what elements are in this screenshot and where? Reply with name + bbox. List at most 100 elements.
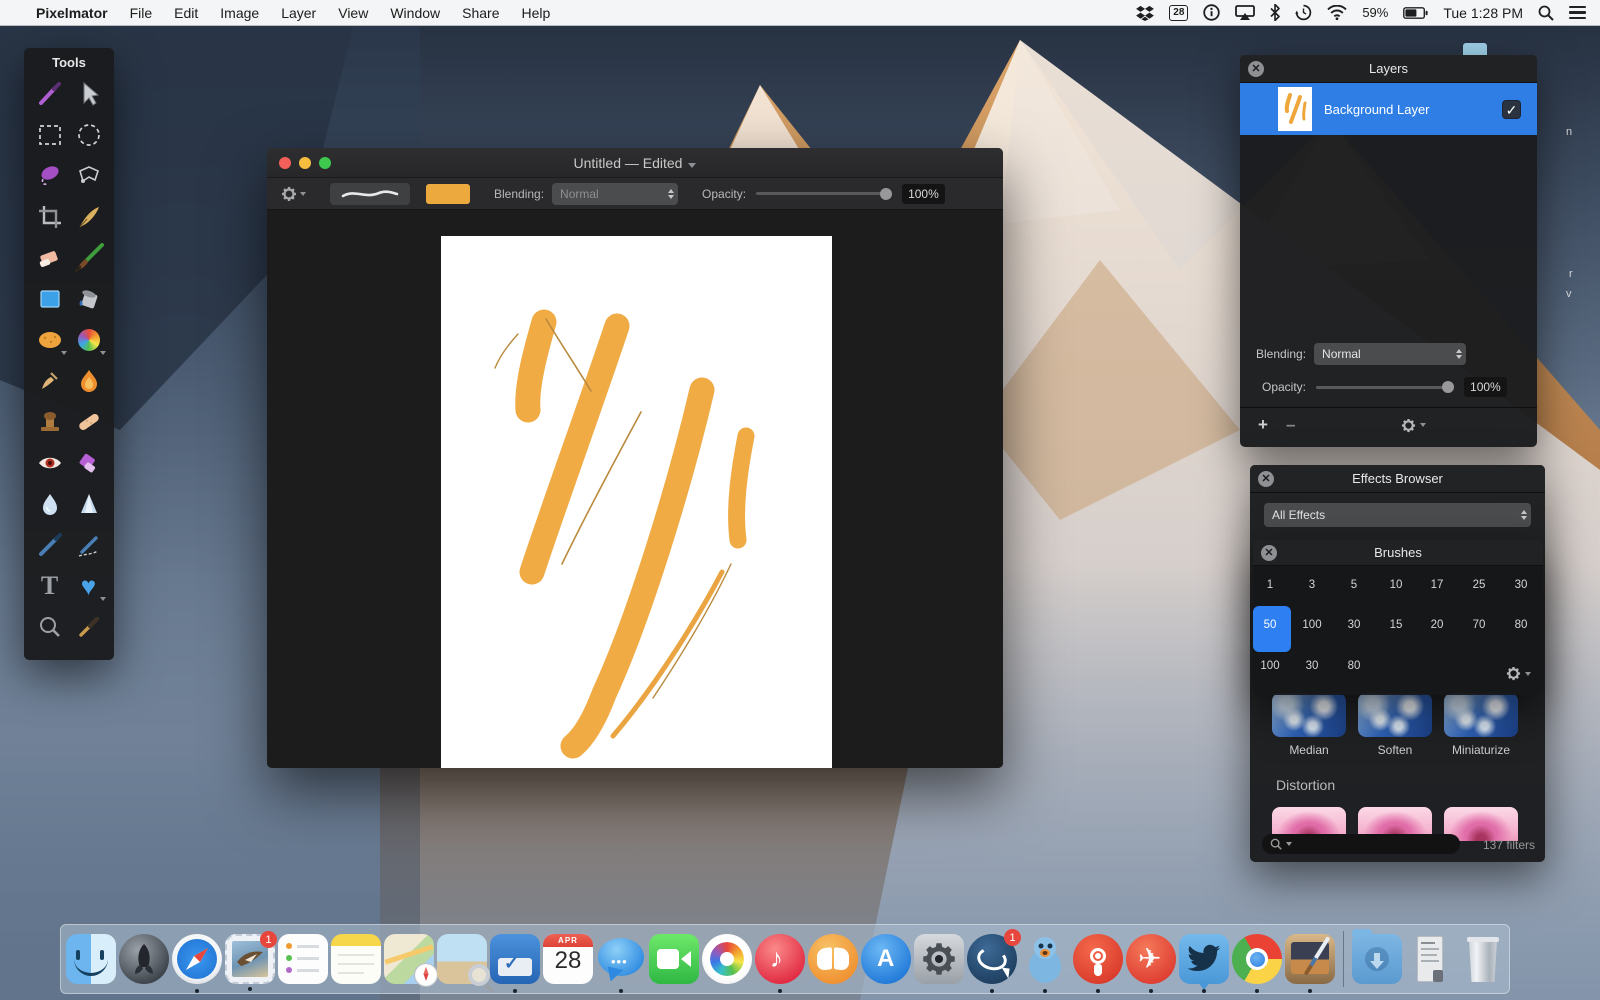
eyedropper-tool[interactable] xyxy=(73,611,105,643)
dock-safari[interactable] xyxy=(172,934,222,984)
layers-opacity-knob[interactable] xyxy=(1442,381,1454,393)
document-title-bar[interactable]: Untitled — Edited xyxy=(267,148,1003,178)
title-chevron-icon[interactable] xyxy=(688,163,696,168)
smudge-tool[interactable] xyxy=(34,365,66,397)
opacity-slider[interactable] xyxy=(756,192,892,195)
dock-reminders[interactable] xyxy=(278,934,328,984)
brushes-close-icon[interactable]: ✕ xyxy=(1261,545,1277,561)
zoom-tool[interactable] xyxy=(34,611,66,643)
dock-ibooks[interactable] xyxy=(808,934,858,984)
brush-size-80-texture[interactable]: 80 xyxy=(1501,616,1541,631)
brush-stroke-preview[interactable] xyxy=(330,183,410,205)
lasso-tool[interactable] xyxy=(34,160,66,192)
shape-fill-tool[interactable] xyxy=(34,283,66,315)
dropbox-icon[interactable] xyxy=(1136,5,1154,21)
add-layer-button[interactable]: + xyxy=(1258,415,1268,435)
paintbrush-tool[interactable] xyxy=(73,242,105,274)
dock-notes[interactable] xyxy=(331,934,381,984)
magic-eraser-tool[interactable] xyxy=(73,447,105,479)
brush-size-20[interactable]: 20 xyxy=(1417,616,1457,631)
brush-size-100-faint[interactable]: 100 xyxy=(1250,657,1290,672)
brush-size-30[interactable]: 30 xyxy=(1334,616,1374,631)
brush-size-50-selected[interactable]: 50 xyxy=(1250,616,1290,631)
dock-chrome[interactable] xyxy=(1232,934,1282,984)
dock-preview[interactable] xyxy=(437,934,487,984)
dock-twitterrific[interactable] xyxy=(1020,934,1070,984)
dock-launchpad[interactable] xyxy=(119,934,169,984)
dock-itunes[interactable]: ♪ xyxy=(755,934,805,984)
heart-shape-tool[interactable]: ♥ xyxy=(73,570,105,602)
clone-stamp-tool[interactable] xyxy=(34,406,66,438)
time-machine-icon[interactable] xyxy=(1295,4,1312,21)
bluetooth-icon[interactable] xyxy=(1270,4,1280,21)
menubar-clock[interactable]: Tue 1:28 PM xyxy=(1443,5,1523,21)
eraser-tool[interactable] xyxy=(34,242,66,274)
blur-drop-tool[interactable] xyxy=(34,488,66,520)
menu-image[interactable]: Image xyxy=(220,5,259,21)
canvas-area[interactable] xyxy=(267,210,1003,768)
color-swatch[interactable] xyxy=(426,184,470,204)
brush-size-17[interactable]: 17 xyxy=(1417,576,1457,591)
tool-options-gear-button[interactable] xyxy=(281,186,306,202)
layers-opacity-slider[interactable] xyxy=(1316,386,1454,389)
brush-size-5[interactable]: 5 xyxy=(1334,576,1374,591)
brush-size-3[interactable]: 3 xyxy=(1292,576,1332,591)
canvas-page[interactable] xyxy=(441,236,832,768)
red-eye-tool[interactable] xyxy=(34,447,66,479)
color-wheel-tool[interactable] xyxy=(73,324,105,356)
info-circle-icon[interactable] xyxy=(1203,4,1220,21)
brush-size-70-texture[interactable]: 70 xyxy=(1459,616,1499,631)
dock-flight-app[interactable]: ✈ xyxy=(1126,934,1176,984)
dock-maps[interactable] xyxy=(384,934,434,984)
dock-podcasts[interactable] xyxy=(1073,934,1123,984)
menu-file[interactable]: File xyxy=(130,5,153,21)
dock-trash[interactable] xyxy=(1458,934,1508,984)
menu-help[interactable]: Help xyxy=(521,5,550,21)
dock-facetime[interactable] xyxy=(649,934,699,984)
brushes-gear-button[interactable] xyxy=(1506,666,1531,681)
opacity-slider-knob[interactable] xyxy=(880,188,892,200)
effects-close-icon[interactable]: ✕ xyxy=(1258,471,1274,487)
pen-tool[interactable] xyxy=(34,529,66,561)
effect-thumb-soften[interactable] xyxy=(1358,693,1432,737)
dock-documents-stack[interactable] xyxy=(1405,934,1455,984)
notification-center-icon[interactable] xyxy=(1569,6,1586,20)
brush-size-25[interactable]: 25 xyxy=(1459,576,1499,591)
brush-size-30-soft[interactable]: 30 xyxy=(1501,576,1541,591)
brush-size-100-soft[interactable]: 100 xyxy=(1292,616,1332,631)
dock-finder[interactable] xyxy=(66,934,116,984)
sharpen-cone-tool[interactable] xyxy=(73,488,105,520)
rect-marquee-tool[interactable] xyxy=(34,119,66,151)
effects-category-dropdown[interactable]: All Effects xyxy=(1264,503,1531,527)
layers-blending-dropdown[interactable]: Normal xyxy=(1314,343,1466,365)
dock-system-preferences[interactable] xyxy=(914,934,964,984)
airplay-icon[interactable] xyxy=(1235,5,1255,20)
sponge-tool[interactable] xyxy=(34,324,66,356)
menu-share[interactable]: Share xyxy=(462,5,499,21)
dock-things[interactable]: ✓ xyxy=(490,934,540,984)
menu-edit[interactable]: Edit xyxy=(174,5,198,21)
healing-bandage-tool[interactable] xyxy=(73,406,105,438)
paint-bucket-tool[interactable] xyxy=(73,283,105,315)
brush-size-30-texture[interactable]: 30 xyxy=(1292,657,1332,672)
dock-downloads-folder[interactable] xyxy=(1352,934,1402,984)
menubar-calendar-icon[interactable]: 28 xyxy=(1169,5,1188,21)
brush-size-15[interactable]: 15 xyxy=(1376,616,1416,631)
quill-pen-tool[interactable] xyxy=(73,201,105,233)
move-arrow-tool[interactable] xyxy=(73,78,105,110)
blending-dropdown[interactable]: Normal xyxy=(552,183,678,205)
magic-wand-tool[interactable] xyxy=(34,78,66,110)
dock-messages[interactable]: ••• xyxy=(596,934,646,984)
effect-thumb-miniaturize[interactable] xyxy=(1444,693,1518,737)
dock-photos[interactable] xyxy=(702,934,752,984)
brush-size-10[interactable]: 10 xyxy=(1376,576,1416,591)
burn-flame-tool[interactable] xyxy=(73,365,105,397)
dock-appstore[interactable]: A xyxy=(861,934,911,984)
app-menu-pixelmator[interactable]: Pixelmator xyxy=(36,5,108,21)
ellipse-marquee-tool[interactable] xyxy=(73,119,105,151)
dock-pixelmator[interactable] xyxy=(1285,934,1335,984)
brush-size-1[interactable]: 1 xyxy=(1250,576,1290,591)
brush-size-80-soft[interactable]: 80 xyxy=(1334,657,1374,672)
layer-row-background[interactable]: Background Layer ✓ xyxy=(1240,83,1537,135)
menu-layer[interactable]: Layer xyxy=(281,5,316,21)
